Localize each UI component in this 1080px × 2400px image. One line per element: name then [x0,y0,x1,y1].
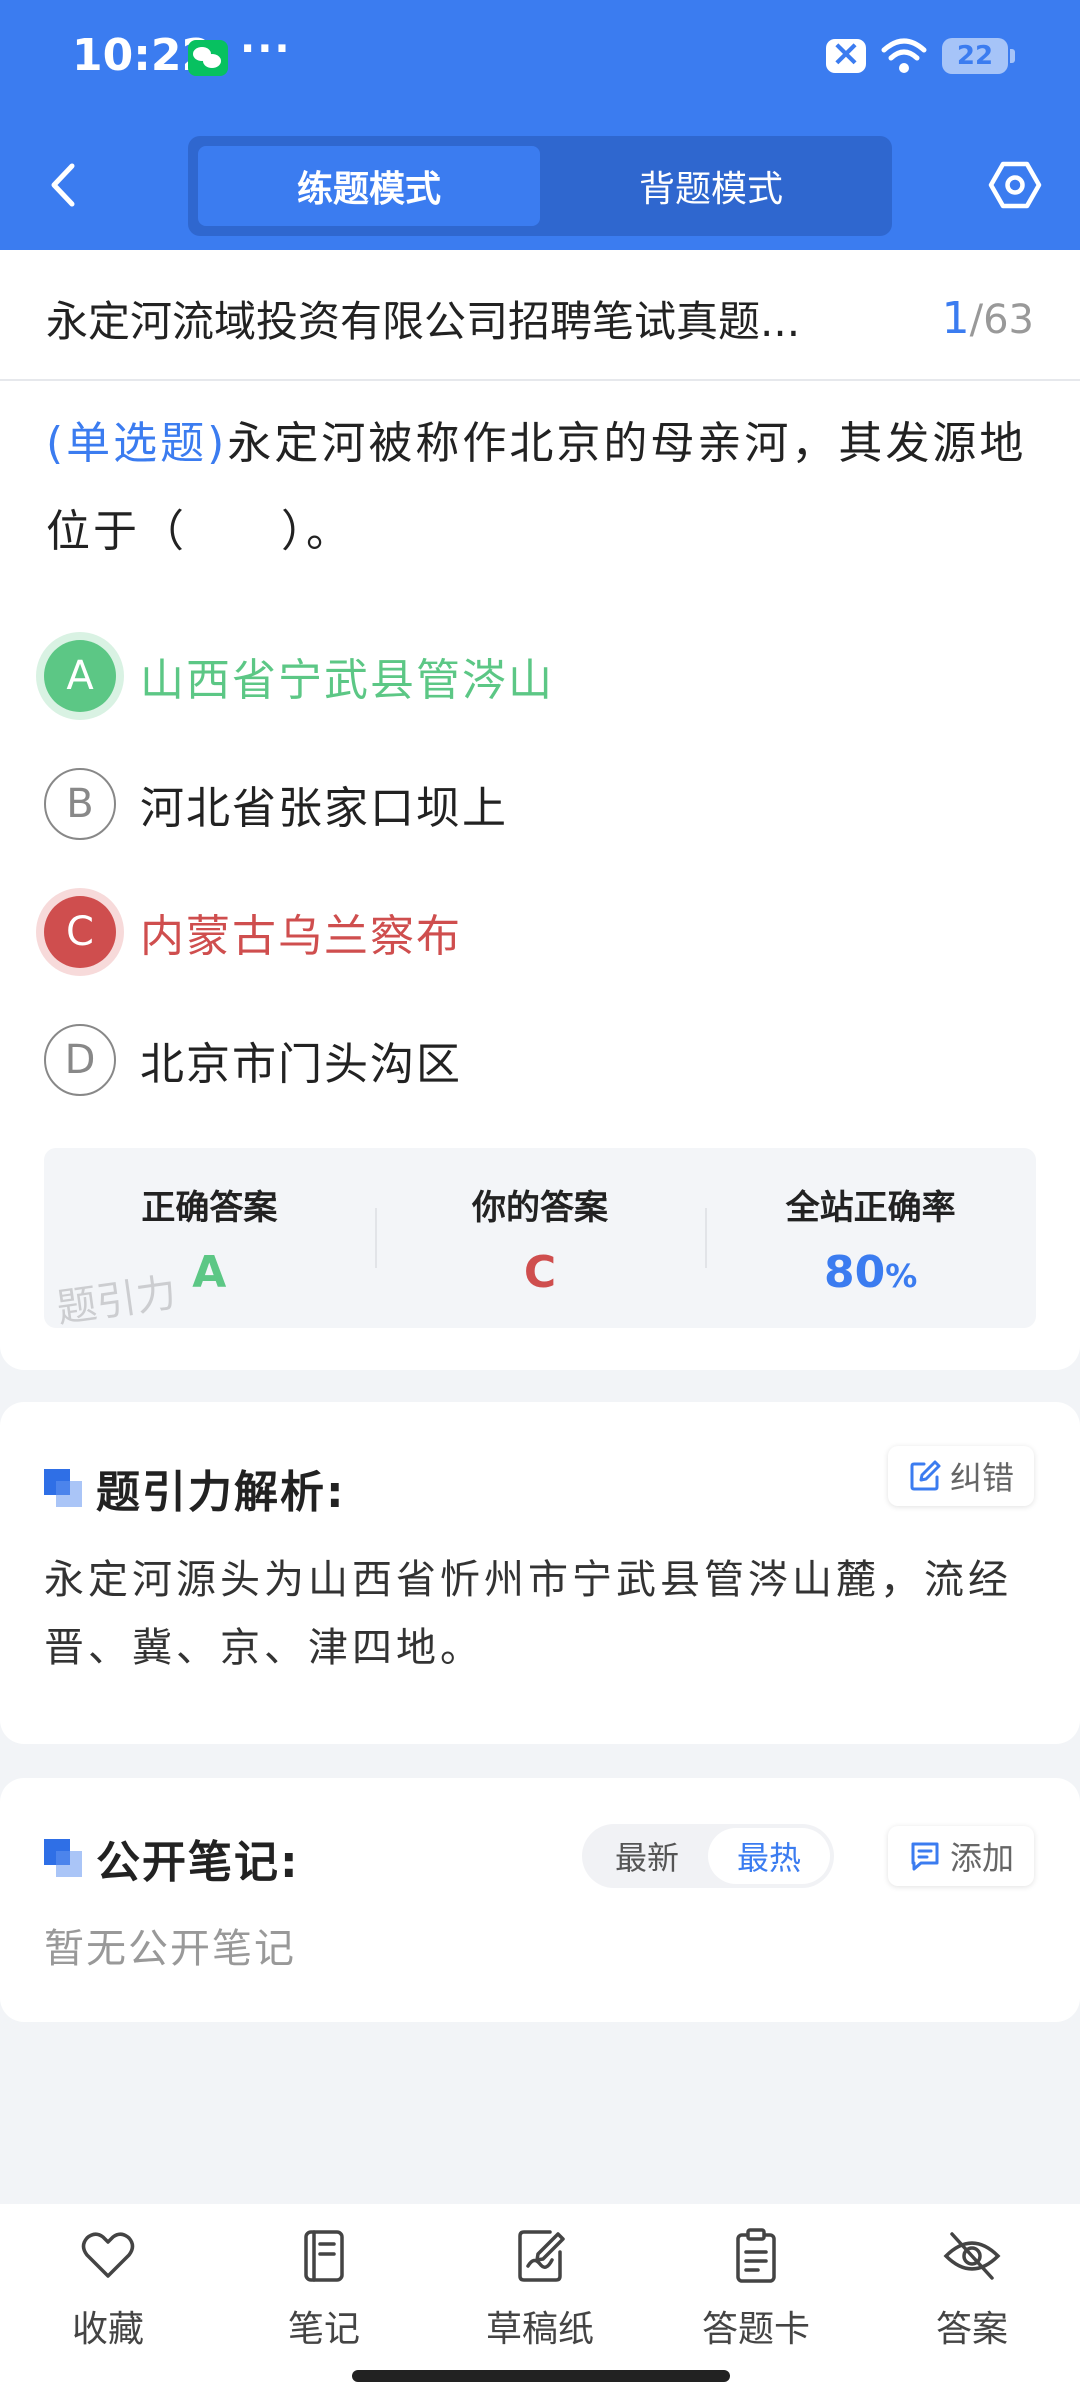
eye-off-icon [943,2232,1001,2280]
notes-sort-toggle: 最新 最热 [582,1824,834,1888]
accuracy-rate-value: 80% [705,1247,1036,1298]
option-text: 北京市门头沟区 [140,1039,462,1090]
stat-label: 你的答案 [472,1188,608,1228]
public-notes-card: 公开笔记: 最新 最热 添加 暂无公开笔记 [0,1778,1080,2022]
option-text: 河北省张家口坝上 [140,783,508,834]
edit-icon [910,1460,941,1491]
option-b[interactable]: B 河北省张家口坝上 [44,756,1024,852]
tab-label: 答题卡 [701,2309,810,2350]
stat-label: 全站正确率 [785,1188,956,1228]
more-notifications-icon: ··· [240,26,292,72]
add-note-button[interactable]: 添加 [887,1826,1034,1886]
empty-notes-text: 暂无公开笔记 [44,1926,296,1972]
rate-unit: % [885,1257,918,1295]
question-text: (单选题)永定河被称作北京的母亲河，其发源地位于（ ）。 [46,400,1036,576]
question-counter[interactable]: 1/63 [942,293,1034,344]
question-card: 永定河流域投资有限公司招聘笔试真题... 1/63 (单选题)永定河被称作北京的… [0,250,1080,1370]
back-icon[interactable] [44,160,84,210]
answer-stats: 正确答案 A 题引力 你的答案 C 全站正确率 80% [44,1148,1036,1332]
analysis-text: 永定河源头为山西省忻州市宁武县管涔山麓，流经晋、冀、京、津四地。 [44,1557,1012,1671]
option-text: 内蒙古乌兰察布 [140,911,462,962]
comment-icon [911,1842,939,1871]
status-indicators: 22 [826,33,1015,76]
option-d[interactable]: D 北京市门头沟区 [44,1012,1024,1108]
favorite-button[interactable]: 收藏 [0,2204,216,2400]
divider [0,379,1080,381]
tab-label: 笔记 [287,2309,360,2350]
option-text: 山西省宁武县管涔山 [140,655,554,706]
option-a[interactable]: A 山西省宁武县管涔山 [44,628,1024,724]
option-letter: A [44,640,116,712]
analysis-title: 题引力解析: [96,1467,346,1518]
paper-title: 永定河流域投资有限公司招聘笔试真题... [46,296,801,346]
option-letter: C [44,896,116,968]
analysis-header: 题引力解析: [44,1456,346,1520]
add-note-label: 添加 [949,1839,1014,1877]
stat-label: 正确答案 [141,1188,278,1228]
option-letter: D [44,1024,116,1096]
current-question-number: 1 [941,292,970,344]
sort-latest[interactable]: 最新 [586,1828,708,1884]
accuracy-rate-stat: 全站正确率 80% [705,1148,1036,1328]
tab-label: 草稿纸 [485,2309,594,2350]
correct-answer-stat: 正确答案 A 题引力 [44,1148,375,1332]
wifi-icon [881,38,927,73]
tab-label: 答案 [935,2309,1008,2350]
notebook-icon [304,2230,344,2282]
question-type: (单选题) [46,418,228,469]
report-error-button[interactable]: 纠错 [887,1446,1034,1506]
top-header: 10:22 ··· 22 练题模式 背题模式 [0,0,1080,250]
question-page: 10:22 ··· 22 练题模式 背题模式 永定河流域投资有限公司招聘笔试真题 [0,0,1080,2400]
tab-practice-mode[interactable]: 练题模式 [198,146,540,226]
option-letter: B [44,768,116,840]
paper-info: 永定河流域投资有限公司招聘笔试真题... 1/63 [46,290,1034,346]
no-sim-icon [826,33,866,74]
section-icon [44,1839,82,1877]
heart-icon [81,2232,135,2278]
settings-icon[interactable] [988,158,1042,212]
analysis-card: 题引力解析: 纠错 永定河源头为山西省忻州市宁武县管涔山麓，流经晋、冀、京、津四… [0,1402,1080,1744]
rate-number: 80 [824,1247,886,1298]
battery-icon: 22 [942,38,1015,74]
home-indicator[interactable] [352,2370,730,2382]
sort-hottest[interactable]: 最热 [708,1828,830,1884]
notes-header: 公开笔记: [44,1826,300,1890]
show-answer-button[interactable]: 答案 [864,2204,1080,2400]
tab-label: 收藏 [71,2309,144,2350]
wechat-icon [188,40,228,76]
draft-icon [518,2230,565,2282]
your-answer-value: C [523,1247,557,1298]
mode-toggle: 练题模式 背题模式 [188,136,892,236]
answer-sheet-icon [736,2228,776,2283]
section-icon [44,1469,82,1507]
tab-memorize-mode[interactable]: 背题模式 [540,146,882,226]
total-questions: 63 [983,296,1034,343]
your-answer-stat: 你的答案 C [374,1148,706,1328]
notes-title: 公开笔记: [96,1837,300,1888]
counter-separator: / [969,296,984,343]
option-c[interactable]: C 内蒙古乌兰察布 [44,884,1024,980]
report-error-label: 纠错 [949,1459,1014,1497]
